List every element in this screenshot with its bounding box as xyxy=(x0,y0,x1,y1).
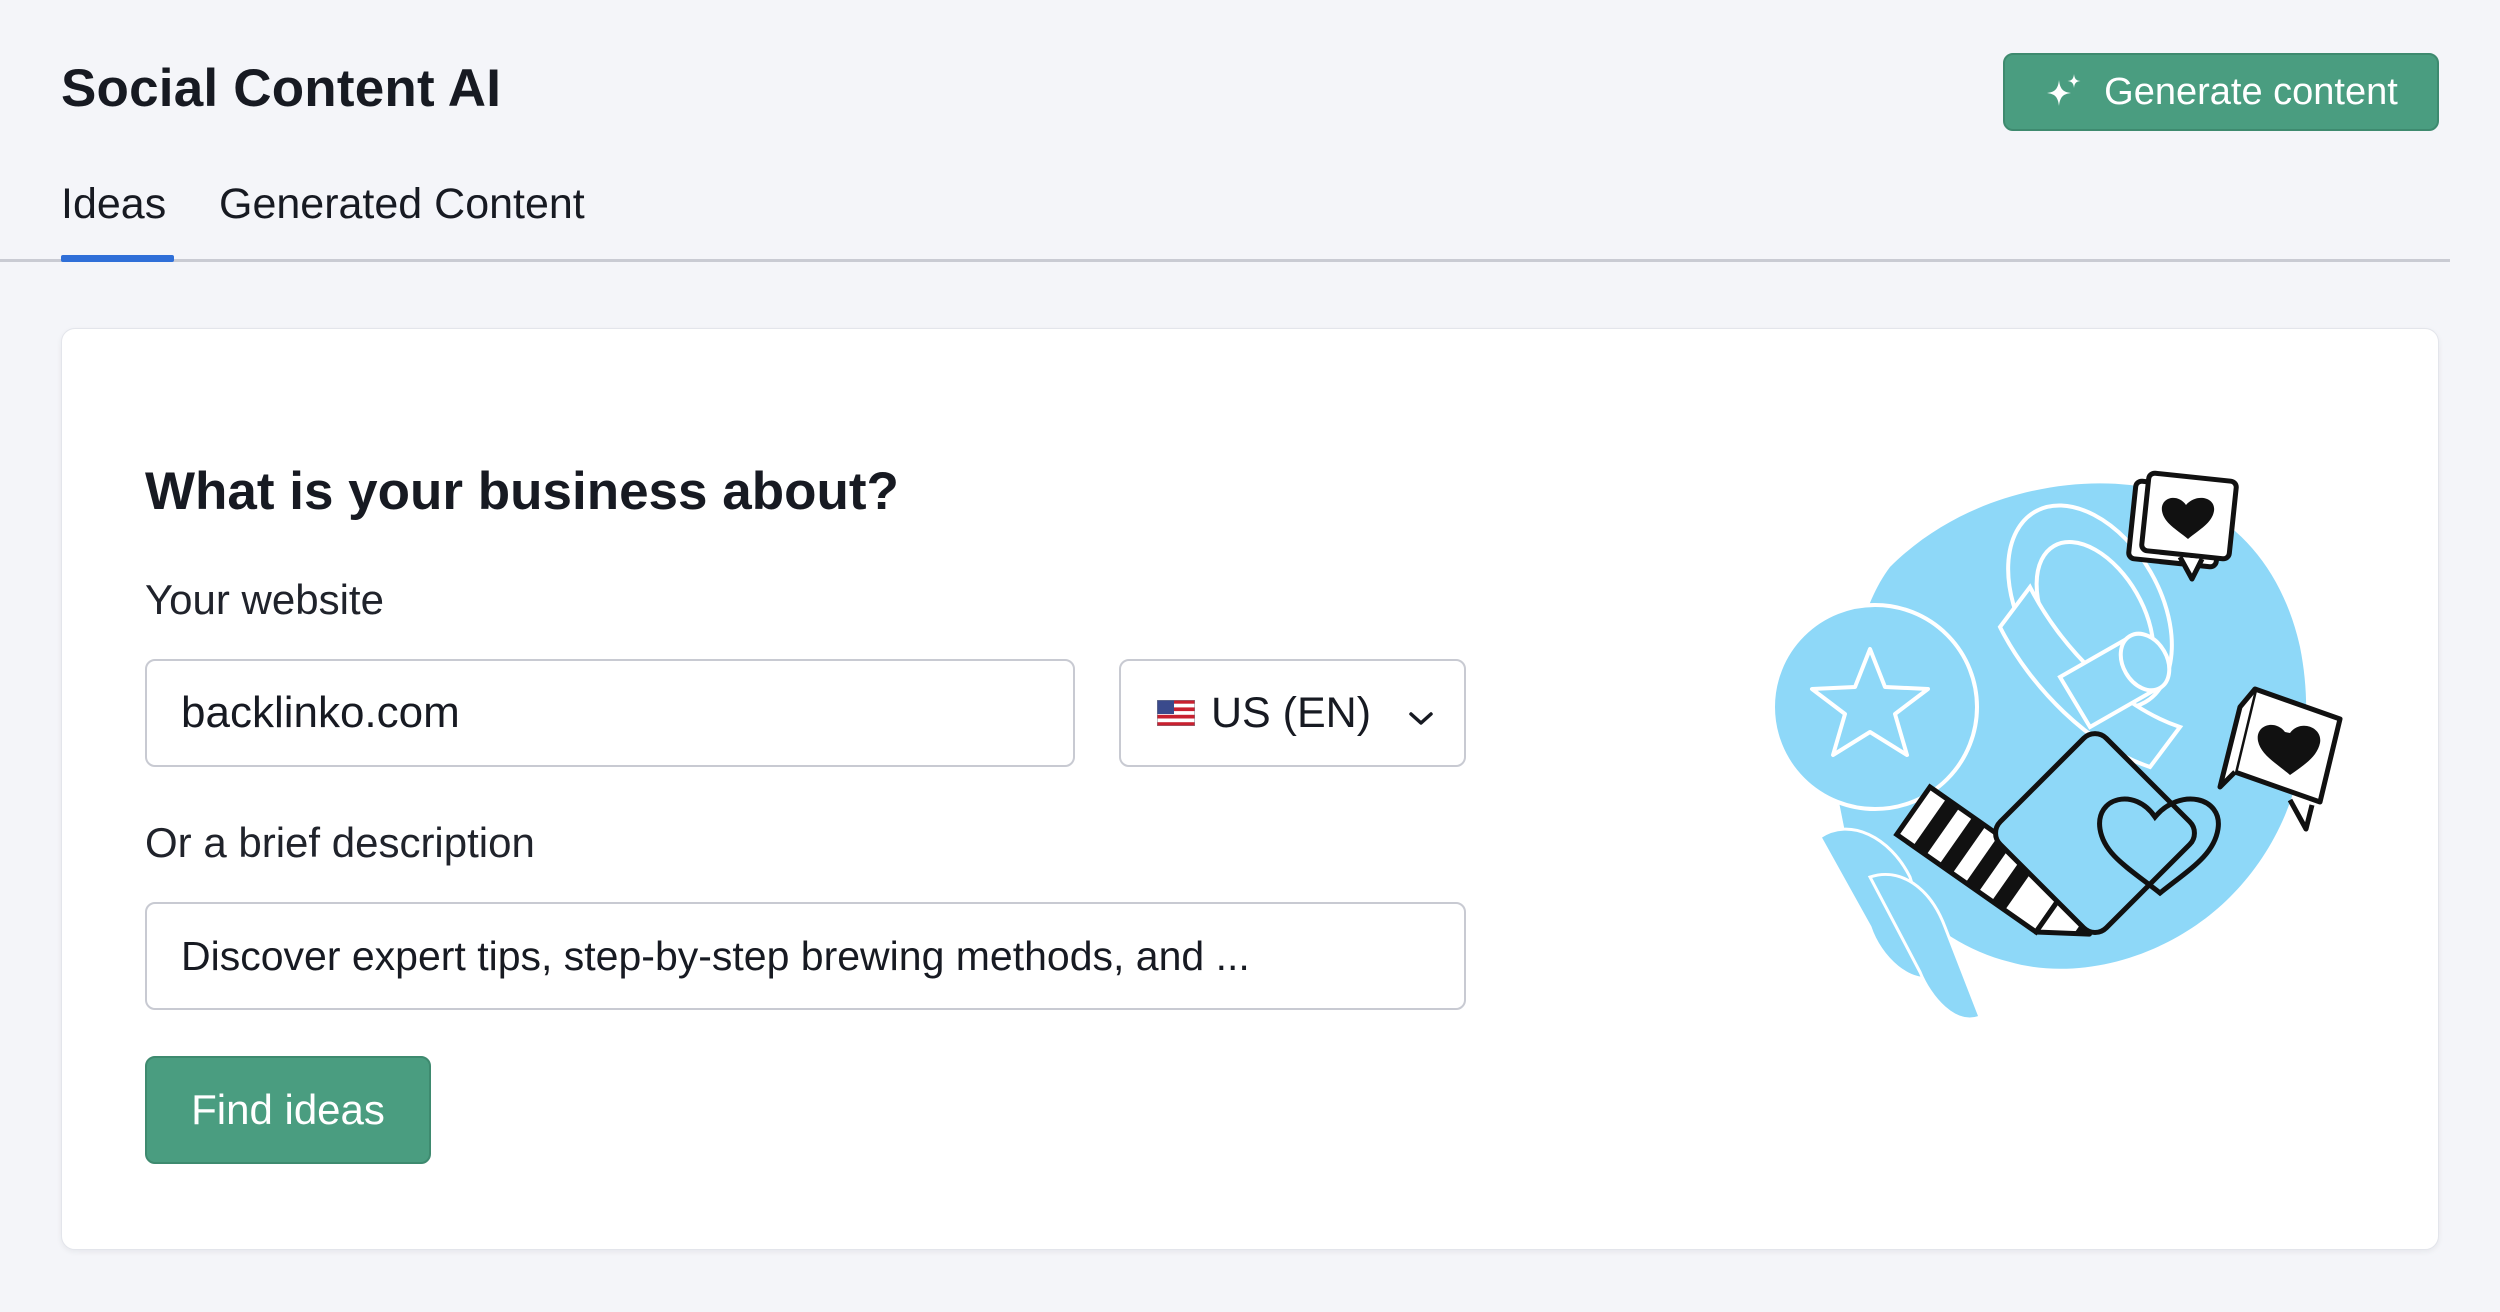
generate-content-label: Generate content xyxy=(2104,70,2398,113)
business-form-card: What is your business about? Your websit… xyxy=(61,328,2439,1250)
locale-value: US (EN) xyxy=(1211,688,1372,737)
us-flag-icon xyxy=(1157,700,1195,726)
tab-generated-content[interactable]: Generated Content xyxy=(219,180,585,229)
locale-select[interactable]: US (EN) xyxy=(1119,659,1466,767)
website-input[interactable]: backlinko.com xyxy=(145,659,1075,767)
active-tab-indicator xyxy=(61,255,174,262)
description-input[interactable]: Discover expert tips, step-by-step brewi… xyxy=(145,902,1466,1010)
description-label: Or a brief description xyxy=(145,819,535,866)
website-label: Your website xyxy=(145,576,384,623)
chevron-down-icon xyxy=(1408,689,1434,738)
description-input-value: Discover expert tips, step-by-step brewi… xyxy=(181,932,1250,979)
website-input-value: backlinko.com xyxy=(181,688,460,737)
tab-divider xyxy=(0,259,2450,262)
sparkles-icon xyxy=(2044,72,2084,112)
page-title: Social Content AI xyxy=(61,59,502,118)
form-heading: What is your business about? xyxy=(145,462,899,521)
tab-bar: Ideas Generated Content xyxy=(0,170,2450,262)
social-megaphone-illustration xyxy=(1771,470,2343,1021)
generate-content-button[interactable]: Generate content xyxy=(2003,53,2439,131)
find-ideas-button[interactable]: Find ideas xyxy=(145,1056,431,1164)
tab-ideas[interactable]: Ideas xyxy=(61,180,166,229)
